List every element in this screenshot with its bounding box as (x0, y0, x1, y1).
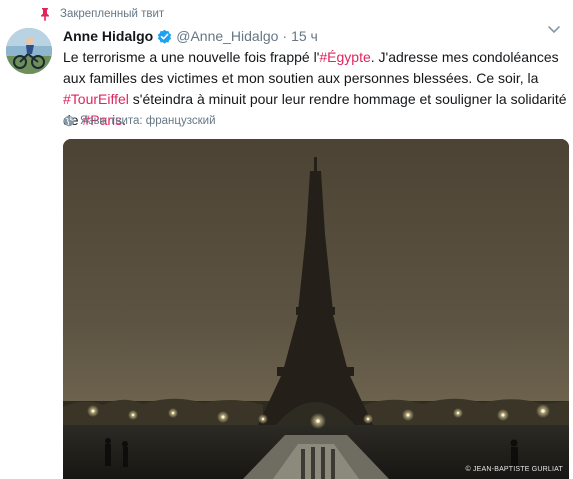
pinned-indicator: Закрепленный твит (38, 6, 164, 22)
separator-dot: · (282, 28, 288, 44)
avatar[interactable] (6, 28, 52, 74)
tweet-header: Anne Hidalgo @Anne_Hidalgo · 15 ч (63, 26, 318, 46)
author-handle[interactable]: @Anne_Hidalgo (176, 28, 278, 44)
pin-icon (41, 8, 49, 21)
author-name[interactable]: Anne Hidalgo (63, 28, 153, 44)
hashtag-link[interactable]: #TourEiffel (63, 91, 129, 107)
globe-icon (63, 115, 75, 127)
tweet-photo[interactable]: © JEAN-BAPTISTE GURLIAT (63, 139, 569, 479)
chevron-down-icon[interactable] (547, 22, 561, 36)
hashtag-link[interactable]: #Égypte (319, 49, 370, 65)
tweet-language: Язык твита: французский (63, 113, 216, 129)
language-label: Язык твита: французский (80, 115, 216, 127)
photo-credit: © JEAN-BAPTISTE GURLIAT (465, 466, 563, 473)
tweet-text-segment: Le terrorisme a une nouvelle fois frappé… (63, 49, 320, 65)
verified-badge-icon (158, 29, 172, 44)
tweet-timestamp[interactable]: 15 ч (291, 28, 318, 44)
pinned-label: Закрепленный твит (60, 8, 165, 20)
